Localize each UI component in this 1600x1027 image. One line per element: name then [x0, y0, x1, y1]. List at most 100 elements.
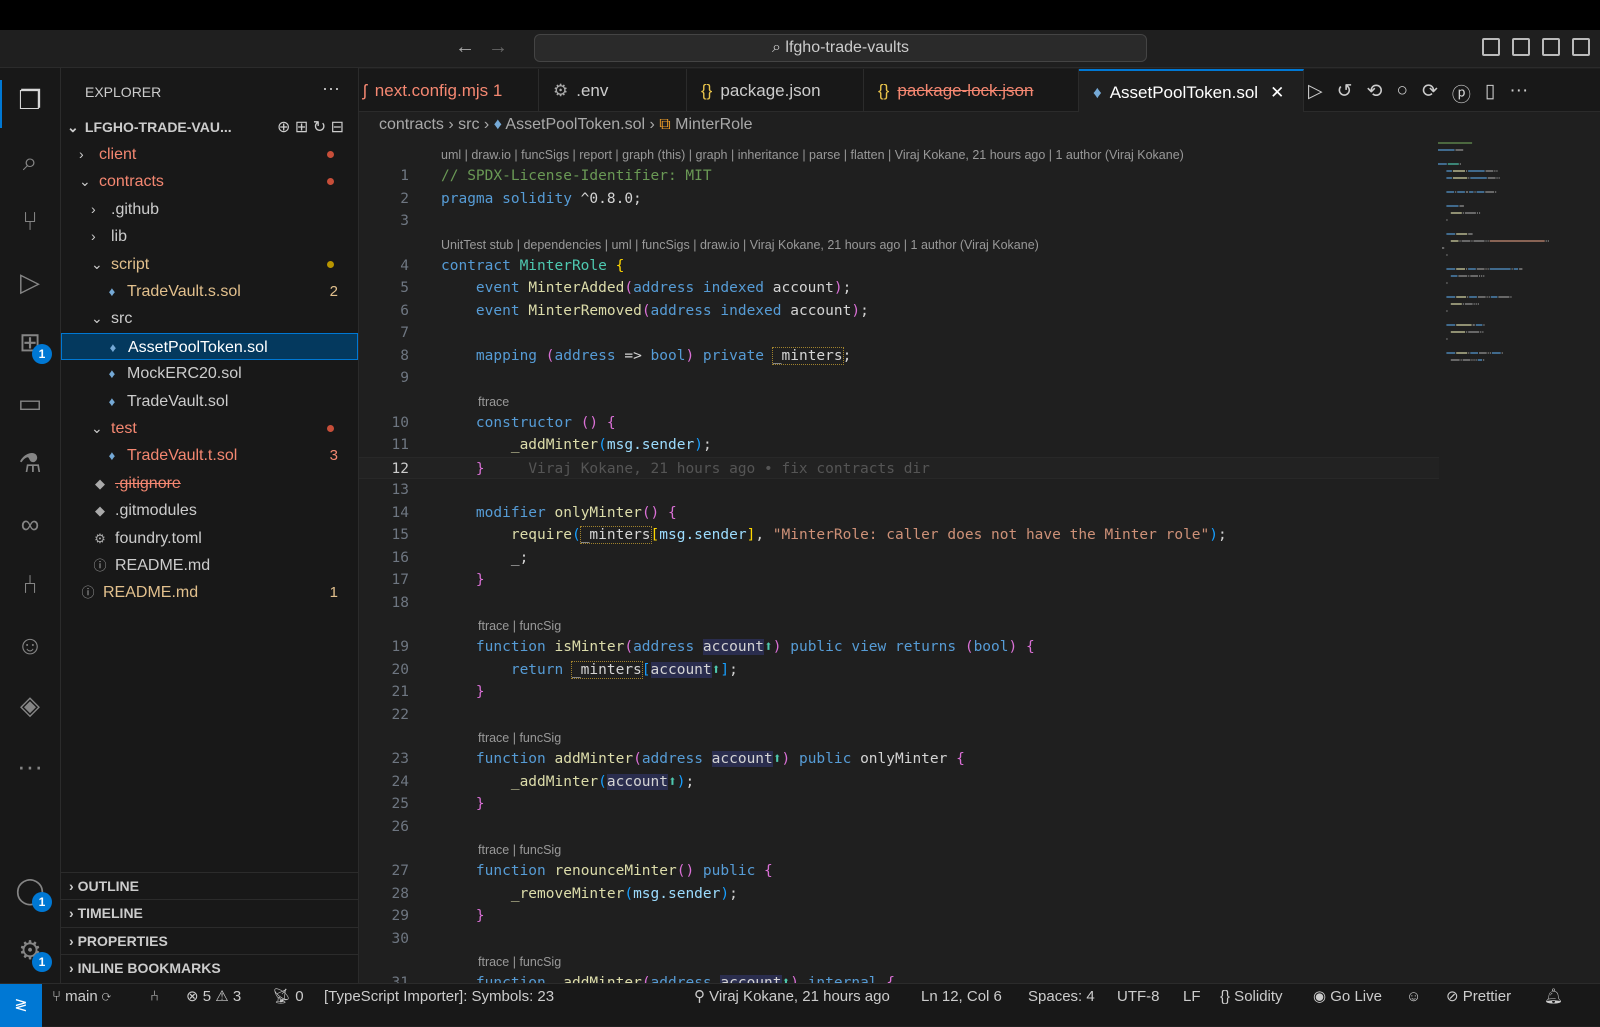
problems-status[interactable]: ⊗ 5 ⚠ 3 [186, 984, 241, 1010]
tree-item[interactable]: ⌄ src [61, 305, 358, 332]
settings-gear-icon[interactable]: ⚙ 1 [14, 934, 52, 972]
forward-button[interactable]: → [488, 36, 508, 59]
close-icon[interactable]: ✕ [1270, 83, 1284, 102]
more-icon[interactable]: ··· [14, 750, 46, 782]
infinity-icon[interactable]: ∞ [14, 508, 46, 540]
codelens[interactable]: ftrace | funcSig [478, 952, 561, 972]
codelens[interactable]: ftrace | funcSig [478, 616, 561, 636]
tree-item[interactable]: › .github [61, 196, 358, 223]
testing-icon[interactable]: ⚗ [14, 447, 46, 479]
previous-change-icon[interactable]: ⟲ [1367, 80, 1383, 107]
tab-package.json[interactable]: {} package.json [687, 69, 864, 112]
commit-icon[interactable]: ○ [1396, 80, 1407, 107]
tree-item[interactable]: ⌄ contracts [61, 168, 358, 195]
encoding[interactable]: UTF-8 [1117, 984, 1160, 1010]
tree-item-label: test [111, 420, 137, 437]
code-token: private [694, 347, 773, 364]
tree-item[interactable]: › client [61, 141, 358, 168]
code-token: _addMinter [554, 975, 642, 983]
source-control-icon[interactable]: ⑂ [14, 205, 46, 237]
toggle-secondary-sidebar-icon[interactable] [1542, 38, 1560, 56]
tab-assetpooltoken.sol[interactable]: ♦ AssetPoolToken.sol ✕ [1079, 69, 1304, 112]
workspace-root[interactable]: ⌄ LFGHO-TRADE-VAU... ⊕ ⊞ ↻ ⊟ [61, 114, 358, 141]
tree-item[interactable]: ♦ TradeVault.t.sol 3 [61, 442, 358, 469]
copilot-status-icon[interactable]: ☺ [1406, 984, 1421, 1010]
codelens[interactable]: ftrace | funcSig [478, 728, 561, 748]
breadcrumb-src[interactable]: src [458, 116, 479, 133]
codelens[interactable]: uml | draw.io | funcSigs | report | grap… [441, 145, 1184, 165]
code-token: { [956, 751, 965, 767]
prettier-status[interactable]: ⊘ Prettier [1446, 984, 1511, 1010]
back-button[interactable]: ← [455, 36, 475, 59]
codelens[interactable]: ftrace [478, 392, 509, 412]
file-icon: ◆ [95, 503, 105, 519]
class-symbol-icon: ⧉ [659, 116, 671, 133]
more-icon[interactable]: ··· [1509, 80, 1528, 107]
tree-item[interactable]: ♦ AssetPoolToken.sol [61, 332, 358, 360]
notifications-icon[interactable]: 🔔︎ [1544, 984, 1563, 1010]
remote-indicator[interactable]: ≷ [0, 984, 42, 1027]
section-timeline[interactable]: › TIMELINE [61, 899, 358, 926]
codelens[interactable]: UnitTest stub | dependencies | uml | fun… [441, 235, 1039, 255]
tree-item[interactable]: ♦ TradeVault.sol [61, 388, 358, 415]
explorer-icon[interactable]: ❐ [14, 84, 46, 116]
search-icon[interactable]: ⌕ [14, 145, 46, 177]
language-mode[interactable]: {} Solidity [1220, 984, 1283, 1010]
command-center-search[interactable]: ⌕ lfgho-trade-vaults [534, 34, 1147, 62]
code-token: { [764, 863, 773, 879]
code-token: ) [833, 280, 843, 296]
toggle-panel-icon[interactable] [1512, 38, 1530, 56]
tree-item[interactable]: ♦ TradeVault.s.sol 2 [61, 278, 358, 305]
run-debug-icon[interactable]: ▷ [14, 266, 46, 298]
tab-next.config.mjs[interactable]: ʃ next.config.mjs 1 [349, 69, 539, 112]
explorer-actions[interactable]: ⊕ ⊞ ↻ ⊟ [277, 114, 344, 141]
status-bar: ≷ ⑂ main ⟳ ⑃ ⊗ 5 ⚠ 3 📡︎ 0 [TypeScript Im… [0, 983, 1600, 1027]
tree-item[interactable]: ◆ .gitmodules [61, 497, 358, 524]
code-token: MinterRole [519, 257, 616, 274]
tree-item[interactable]: ◆ .gitignore [61, 470, 358, 497]
split-editor-icon[interactable]: ▯ [1485, 80, 1495, 107]
code-token: ( [633, 751, 642, 767]
tab-.env[interactable]: ⚙ .env [539, 69, 687, 112]
tab-package-lock.json[interactable]: {} package-lock.json [864, 69, 1079, 112]
ethereum-icon[interactable]: ◈ [14, 689, 46, 721]
minimap[interactable] [1436, 142, 1566, 442]
copilot-icon[interactable]: ☺ [14, 629, 46, 661]
indentation[interactable]: Spaces: 4 [1028, 984, 1095, 1010]
run-icon[interactable]: ▷ [1308, 80, 1323, 107]
toggle-sidebar-icon[interactable] [1482, 38, 1500, 56]
tree-item[interactable]: ⓘ README.md [61, 552, 358, 579]
blame-status[interactable]: ⚲ Viraj Kokane, 21 hours ago [694, 984, 890, 1010]
account-icon[interactable]: ◯ 1 [14, 874, 52, 912]
code-editor[interactable]: uml | draw.io | funcSigs | report | grap… [359, 140, 1600, 983]
extensions-icon[interactable]: ⊞ 1 [14, 326, 52, 364]
line-ending[interactable]: LF [1183, 984, 1201, 1010]
tree-item[interactable]: ♦ MockERC20.sol [61, 360, 358, 387]
breadcrumb-contracts[interactable]: contracts [379, 116, 444, 133]
next-change-icon[interactable]: ⟳ [1422, 80, 1438, 107]
solidity-tool-icon[interactable]: ⓟ [1452, 80, 1471, 107]
more-actions-icon[interactable]: ··· [322, 78, 340, 99]
importer-status[interactable]: [TypeScript Importer]: Symbols: 23 [324, 984, 554, 1010]
git-graph-icon[interactable]: ⑃ [150, 984, 159, 1010]
tree-item[interactable]: ⌄ script [61, 251, 358, 278]
branch-status[interactable]: ⑂ main ⟳ [52, 984, 111, 1010]
remote-explorer-icon[interactable]: ▭ [14, 387, 46, 419]
breadcrumb-file[interactable]: AssetPoolToken.sol [505, 116, 645, 133]
timeline-icon[interactable]: ↺ [1337, 80, 1353, 107]
cursor-position[interactable]: Ln 12, Col 6 [921, 984, 1002, 1010]
section-inline-bookmarks[interactable]: › INLINE BOOKMARKS [61, 954, 358, 981]
breadcrumb-symbol[interactable]: MinterRole [675, 116, 752, 133]
tree-item[interactable]: ⌄ test [61, 415, 358, 442]
tree-item[interactable]: ⚙ foundry.toml [61, 525, 358, 552]
go-live-button[interactable]: ◉ Go Live [1313, 984, 1382, 1010]
tree-item[interactable]: › lib [61, 223, 358, 250]
ports-status[interactable]: 📡︎ 0 [272, 984, 304, 1010]
tree-item[interactable]: ⓘ README.md 1 [61, 579, 358, 606]
section-outline[interactable]: › OUTLINE [61, 872, 358, 899]
customize-layout-icon[interactable] [1572, 38, 1590, 56]
git-graph-icon[interactable]: ⑃ [14, 568, 46, 600]
code-token: ( [598, 437, 607, 453]
section-properties[interactable]: › PROPERTIES [61, 926, 358, 954]
codelens[interactable]: ftrace | funcSig [478, 840, 561, 860]
